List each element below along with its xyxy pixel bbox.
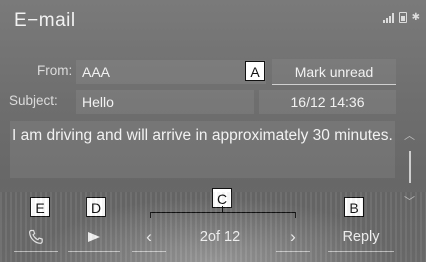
email-screen: E−mail ✱ From: AAA A Mark unread Subject… <box>0 0 426 262</box>
from-label: From: <box>37 63 72 78</box>
phone-icon <box>28 229 43 244</box>
callout-b: B <box>344 197 364 217</box>
message-body: I am driving and will arrive in approxim… <box>10 121 395 178</box>
scroll-thumb[interactable] <box>409 151 411 183</box>
page-indicator: 2of 12 <box>170 222 270 252</box>
subject-label-text: Subject: <box>9 93 58 108</box>
status-bar: ✱ <box>382 12 420 23</box>
scroll-up-icon[interactable]: ︿ <box>404 127 415 143</box>
from-label-text: From: <box>37 63 73 78</box>
play-button[interactable] <box>68 222 120 252</box>
bluetooth-icon: ✱ <box>411 12 420 23</box>
next-message-button[interactable]: › <box>276 222 310 252</box>
reply-button[interactable]: Reply <box>328 222 394 252</box>
callout-a: A <box>245 61 265 81</box>
chevron-left-icon: ‹ <box>146 226 152 246</box>
battery-icon <box>398 12 407 23</box>
message-scrollbar[interactable]: ︿ ﹀ <box>399 121 421 213</box>
datetime-field: 16/12 14:36 <box>259 90 396 114</box>
call-button[interactable] <box>14 222 58 252</box>
subject-field: Hello <box>76 90 254 114</box>
mark-unread-button[interactable]: Mark unread <box>272 59 396 85</box>
chevron-right-icon: › <box>290 226 296 246</box>
callout-d: D <box>86 197 106 217</box>
play-icon <box>88 231 100 242</box>
page-title: E−mail <box>14 10 76 31</box>
previous-message-button[interactable]: ‹ <box>132 222 166 252</box>
callout-c-bracket <box>150 212 296 218</box>
scroll-down-icon[interactable]: ﹀ <box>404 193 415 209</box>
signal-icon <box>382 13 394 23</box>
callout-e: E <box>30 197 50 217</box>
reply-label: Reply <box>342 228 380 245</box>
callout-c: C <box>212 188 232 208</box>
from-field: AAA <box>76 60 266 84</box>
page-indicator-text: 2of 12 <box>199 229 241 245</box>
subject-label: Subject: <box>9 93 58 108</box>
